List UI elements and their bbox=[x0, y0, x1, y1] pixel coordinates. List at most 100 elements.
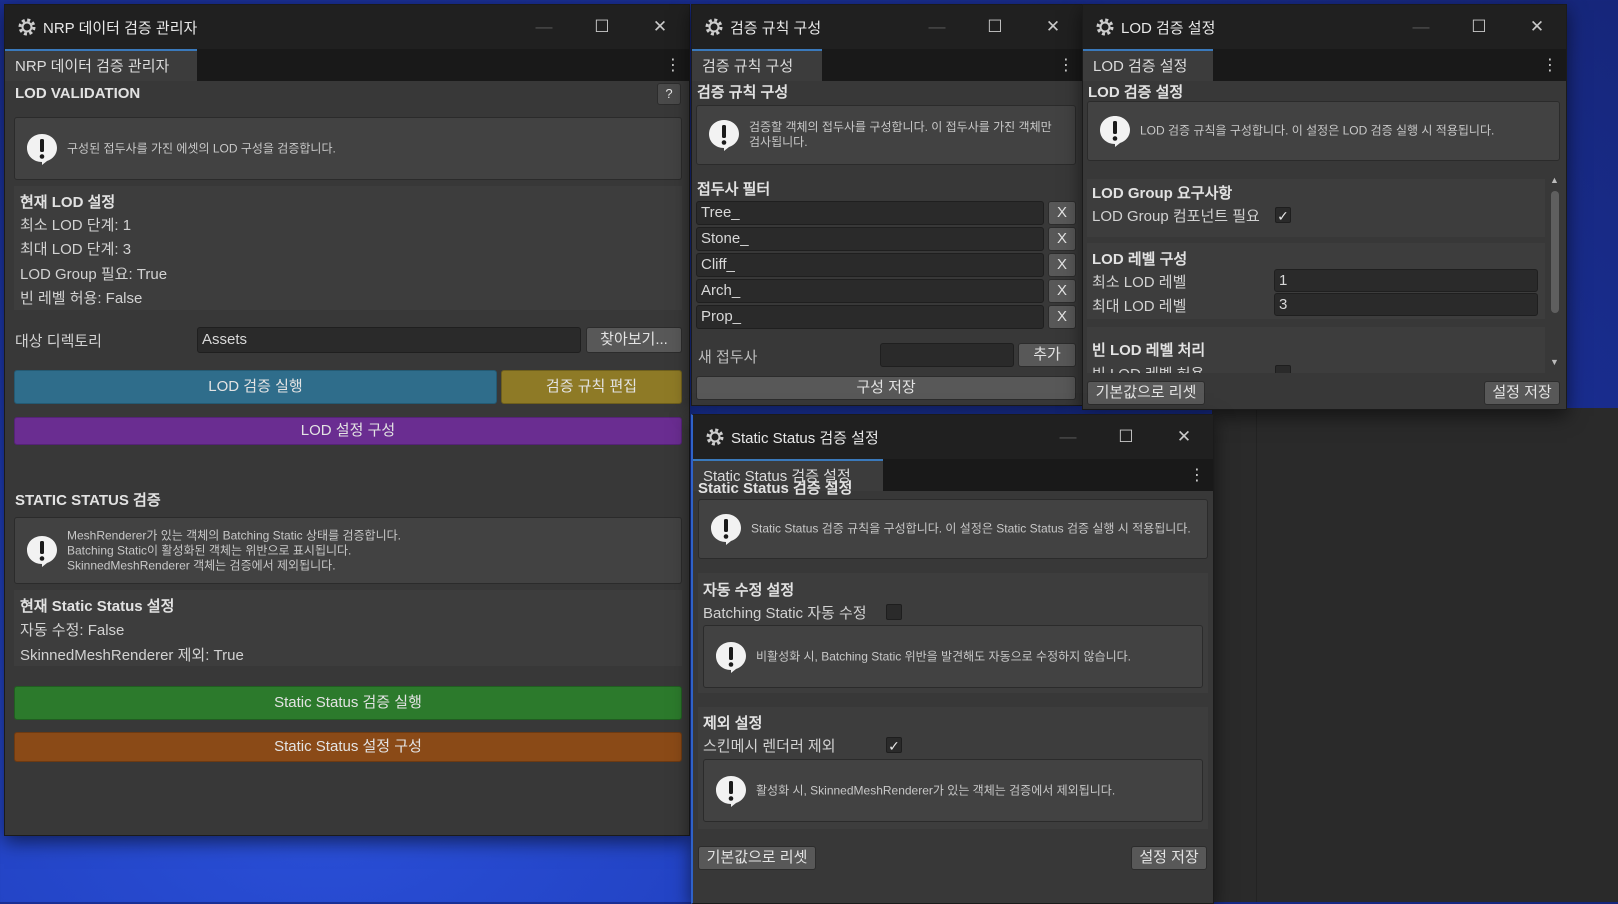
unity-gear-icon bbox=[1095, 17, 1115, 37]
autofix-header: 자동 수정 설정 bbox=[703, 582, 795, 599]
min-lod-label: 최소 LOD 레벨 bbox=[1092, 274, 1187, 291]
save-settings-button[interactable]: 설정 저장 bbox=[1484, 381, 1560, 405]
lod-config-button[interactable]: LOD 설정 구성 bbox=[14, 417, 682, 445]
static-info-box: MeshRenderer가 있는 객체의 Batching Static 상태를… bbox=[14, 517, 682, 584]
minimize-icon[interactable]: — bbox=[1392, 5, 1450, 49]
close-icon[interactable]: ✕ bbox=[1024, 5, 1082, 49]
exclamation-icon bbox=[709, 512, 743, 546]
remove-prefix-button[interactable]: X bbox=[1048, 305, 1076, 329]
prefix-field[interactable]: Tree_ bbox=[696, 201, 1044, 225]
kebab-menu-icon[interactable]: ⋮ bbox=[1542, 55, 1558, 75]
group-req-checkbox[interactable]: ✓ bbox=[1275, 207, 1291, 224]
title-bar[interactable]: 검증 규칙 구성 — ☐ ✕ bbox=[692, 5, 1082, 49]
unity-gear-icon bbox=[704, 17, 724, 37]
empty-level-header: 빈 LOD 레벨 처리 bbox=[1092, 342, 1206, 359]
exclamation-icon bbox=[714, 640, 748, 674]
run-lod-validation-button[interactable]: LOD 검증 실행 bbox=[14, 370, 497, 404]
tab-lod-settings[interactable]: LOD 검증 설정 bbox=[1083, 49, 1213, 81]
tab-rules-config[interactable]: 검증 규칙 구성 bbox=[692, 49, 822, 81]
current-static-skinned: SkinnedMeshRenderer 제외: True bbox=[20, 647, 244, 664]
current-static-header: 현재 Static Status 설정 bbox=[20, 598, 175, 615]
remove-prefix-button[interactable]: X bbox=[1048, 201, 1076, 225]
title-bar[interactable]: LOD 검증 설정 — ☐ ✕ bbox=[1083, 5, 1566, 49]
exclamation-icon bbox=[25, 534, 59, 568]
minimize-icon[interactable]: — bbox=[908, 5, 966, 49]
prefix-field[interactable]: Prop_ bbox=[696, 305, 1044, 329]
title-bar[interactable]: NRP 데이터 검증 관리자 — ☐ ✕ bbox=[5, 5, 689, 49]
save-config-button[interactable]: 구성 저장 bbox=[696, 376, 1076, 400]
lod-section-title: LOD VALIDATION bbox=[15, 85, 141, 102]
remove-prefix-button[interactable]: X bbox=[1048, 253, 1076, 277]
static-info-line-2: Batching Static이 활성화된 객체는 위반으로 표시됩니다. bbox=[67, 543, 352, 557]
autofix-checkbox[interactable] bbox=[886, 604, 902, 620]
static-settings-info-text: Static Status 검증 규칙을 구성합니다. 이 설정은 Static… bbox=[751, 521, 1191, 536]
help-button[interactable]: ? bbox=[657, 83, 681, 105]
group-req-header: LOD Group 요구사항 bbox=[1092, 185, 1233, 202]
minimize-icon[interactable]: — bbox=[1039, 415, 1097, 459]
min-lod-field[interactable]: 1 bbox=[1274, 269, 1538, 292]
max-lod-field[interactable]: 3 bbox=[1274, 293, 1538, 316]
close-icon[interactable]: ✕ bbox=[631, 5, 689, 49]
exclude-header: 제외 설정 bbox=[703, 715, 763, 732]
rules-config-window: 검증 규칙 구성 — ☐ ✕ 검증 규칙 구성 ⋮ 검증 규칙 구성 검증할 객… bbox=[691, 4, 1083, 406]
target-dir-label: 대상 디렉토리 bbox=[15, 333, 102, 350]
scroll-down-icon[interactable]: ▼ bbox=[1550, 357, 1559, 367]
new-prefix-label: 새 접두사 bbox=[698, 349, 758, 366]
run-static-validation-button[interactable]: Static Status 검증 실행 bbox=[14, 686, 682, 720]
kebab-menu-icon[interactable]: ⋮ bbox=[1058, 55, 1074, 75]
maximize-icon[interactable]: ☐ bbox=[573, 5, 631, 49]
static-info-line-3: SkinnedMeshRenderer 객체는 검증에서 제외됩니다. bbox=[67, 558, 336, 572]
current-lod-group-required: LOD Group 필요: True bbox=[20, 266, 168, 283]
scroll-up-icon[interactable]: ▲ bbox=[1550, 175, 1559, 185]
lod-settings-scroll-area[interactable]: LOD Group 요구사항 LOD Group 컴포넌트 필요 ✓ LOD 레… bbox=[1087, 175, 1545, 373]
current-lod-allow-empty: 빈 레벨 허용: False bbox=[20, 290, 143, 307]
exclamation-icon bbox=[714, 774, 748, 808]
add-prefix-button[interactable]: 추가 bbox=[1018, 343, 1076, 367]
current-static-autofix: 자동 수정: False bbox=[20, 622, 125, 639]
minimize-icon[interactable]: — bbox=[515, 5, 573, 49]
static-status-settings-window: Static Status 검증 설정 — ☐ ✕ Static Status … bbox=[691, 414, 1214, 904]
lod-settings-info-box: LOD 검증 규칙을 구성합니다. 이 설정은 LOD 검증 실행 시 적용됩니… bbox=[1087, 101, 1560, 161]
rules-header: 검증 규칙 구성 bbox=[697, 84, 789, 101]
target-dir-field[interactable]: Assets bbox=[197, 327, 581, 353]
empty-level-checkbox[interactable] bbox=[1275, 365, 1291, 373]
exclamation-icon bbox=[25, 132, 59, 166]
lod-settings-header: LOD 검증 설정 bbox=[1088, 84, 1184, 101]
rules-info-text: 검증할 객체의 접두사를 구성합니다. 이 접두사를 가진 객체만 검사됩니다. bbox=[749, 120, 1052, 149]
maximize-icon[interactable]: ☐ bbox=[966, 5, 1024, 49]
reset-defaults-button[interactable]: 기본값으로 리셋 bbox=[1087, 381, 1205, 405]
scrollbar[interactable]: ▲ ▼ bbox=[1548, 175, 1562, 373]
title-bar[interactable]: Static Status 검증 설정 — ☐ ✕ bbox=[693, 415, 1213, 459]
kebab-menu-icon[interactable]: ⋮ bbox=[665, 55, 681, 75]
lod-settings-info-text: LOD 검증 규칙을 구성합니다. 이 설정은 LOD 검증 실행 시 적용됩니… bbox=[1140, 123, 1495, 138]
static-section-title: STATIC STATUS 검증 bbox=[15, 492, 161, 509]
unity-gear-icon bbox=[705, 427, 725, 447]
tab-validation-manager[interactable]: NRP 데이터 검증 관리자 bbox=[5, 49, 197, 81]
browse-button[interactable]: 찾아보기... bbox=[586, 327, 682, 353]
remove-prefix-button[interactable]: X bbox=[1048, 227, 1076, 251]
remove-prefix-button[interactable]: X bbox=[1048, 279, 1076, 303]
new-prefix-field[interactable] bbox=[880, 343, 1014, 367]
lod-settings-window: LOD 검증 설정 — ☐ ✕ LOD 검증 설정 ⋮ LOD 검증 설정 LO… bbox=[1082, 4, 1567, 410]
maximize-icon[interactable]: ☐ bbox=[1097, 415, 1155, 459]
close-icon[interactable]: ✕ bbox=[1508, 5, 1566, 49]
maximize-icon[interactable]: ☐ bbox=[1450, 5, 1508, 49]
autofix-info-box: 비활성화 시, Batching Static 위반을 발견해도 자동으로 수정… bbox=[703, 625, 1203, 688]
prefix-field[interactable]: Arch_ bbox=[696, 279, 1044, 303]
exclude-checkbox[interactable]: ✓ bbox=[886, 737, 902, 754]
static-config-button[interactable]: Static Status 설정 구성 bbox=[14, 732, 682, 762]
window-title: NRP 데이터 검증 관리자 bbox=[43, 19, 198, 37]
prefix-field[interactable]: Cliff_ bbox=[696, 253, 1044, 277]
window-title: 검증 규칙 구성 bbox=[730, 19, 822, 37]
close-icon[interactable]: ✕ bbox=[1155, 415, 1213, 459]
reset-defaults-button[interactable]: 기본값으로 리셋 bbox=[698, 846, 816, 870]
exclude-label: 스킨메시 렌더러 제외 bbox=[703, 738, 836, 755]
save-settings-button[interactable]: 설정 저장 bbox=[1131, 846, 1207, 870]
prefix-field[interactable]: Stone_ bbox=[696, 227, 1044, 251]
scroll-thumb[interactable] bbox=[1551, 191, 1559, 313]
levels-header: LOD 레벨 구성 bbox=[1092, 251, 1188, 268]
edit-rules-button[interactable]: 검증 규칙 편집 bbox=[501, 370, 682, 404]
validation-manager-window: NRP 데이터 검증 관리자 — ☐ ✕ NRP 데이터 검증 관리자 ⋮ LO… bbox=[4, 4, 690, 836]
current-lod-min: 최소 LOD 단계: 1 bbox=[20, 217, 132, 234]
kebab-menu-icon[interactable]: ⋮ bbox=[1189, 465, 1205, 485]
